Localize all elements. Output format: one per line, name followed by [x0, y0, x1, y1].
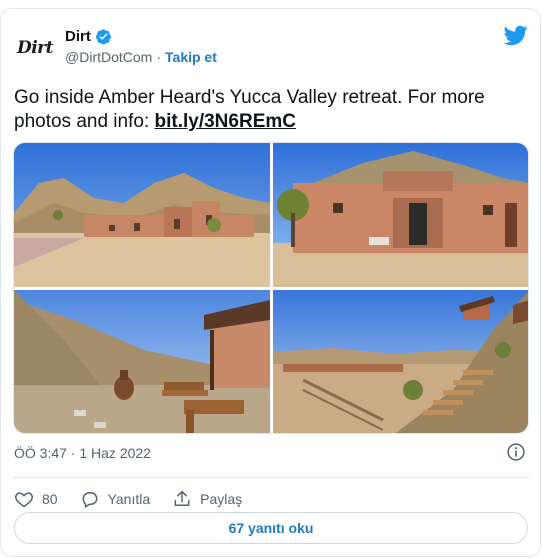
tweet-link[interactable]: bit.ly/3N6REmC	[155, 111, 296, 132]
tweet-actions: 80 Yanıtla Paylaş	[14, 485, 264, 513]
share-label: Paylaş	[200, 491, 243, 507]
like-count: 80	[42, 491, 58, 507]
follow-button[interactable]: Takip et	[165, 49, 217, 65]
author-handle[interactable]: @DirtDotCom	[65, 49, 152, 65]
media-photo-2[interactable]	[273, 143, 528, 287]
like-button[interactable]: 80	[14, 489, 58, 509]
share-icon	[174, 490, 190, 506]
avatar[interactable]: Dirt	[14, 27, 56, 69]
media-photo-1[interactable]	[14, 143, 270, 287]
display-name[interactable]: Dirt	[65, 28, 91, 45]
tweet-timestamp[interactable]: ÖÖ 3:47 · 1 Haz 2022	[14, 445, 151, 461]
reply-icon	[82, 492, 97, 508]
reply-label: Yanıtla	[107, 491, 151, 507]
divider	[13, 477, 530, 478]
tweet-media-grid[interactable]	[13, 142, 529, 434]
tweet-header: Dirt Dirt @DirtDotCom · Takip et	[1, 9, 540, 69]
share-button[interactable]: Paylaş	[172, 489, 242, 509]
author-name-row: Dirt	[65, 28, 112, 45]
avatar-logo-text: Dirt	[16, 38, 54, 58]
info-icon[interactable]	[506, 442, 526, 462]
tweet-card: Dirt Dirt @DirtDotCom · Takip et Go insi…	[0, 8, 541, 557]
read-replies-button[interactable]: 67 yanıtı oku	[14, 512, 528, 544]
reply-button[interactable]: Yanıtla	[80, 489, 151, 509]
media-photo-4[interactable]	[273, 290, 528, 433]
handle-separator: ·	[156, 49, 162, 65]
verified-badge-icon	[95, 29, 111, 45]
tweet-text: Go inside Amber Heard's Yucca Valley ret…	[14, 86, 524, 134]
twitter-bird-icon[interactable]	[504, 23, 528, 47]
heart-icon	[15, 492, 33, 508]
handle-row: @DirtDotCom · Takip et	[65, 49, 217, 65]
media-photo-3[interactable]	[14, 290, 270, 433]
